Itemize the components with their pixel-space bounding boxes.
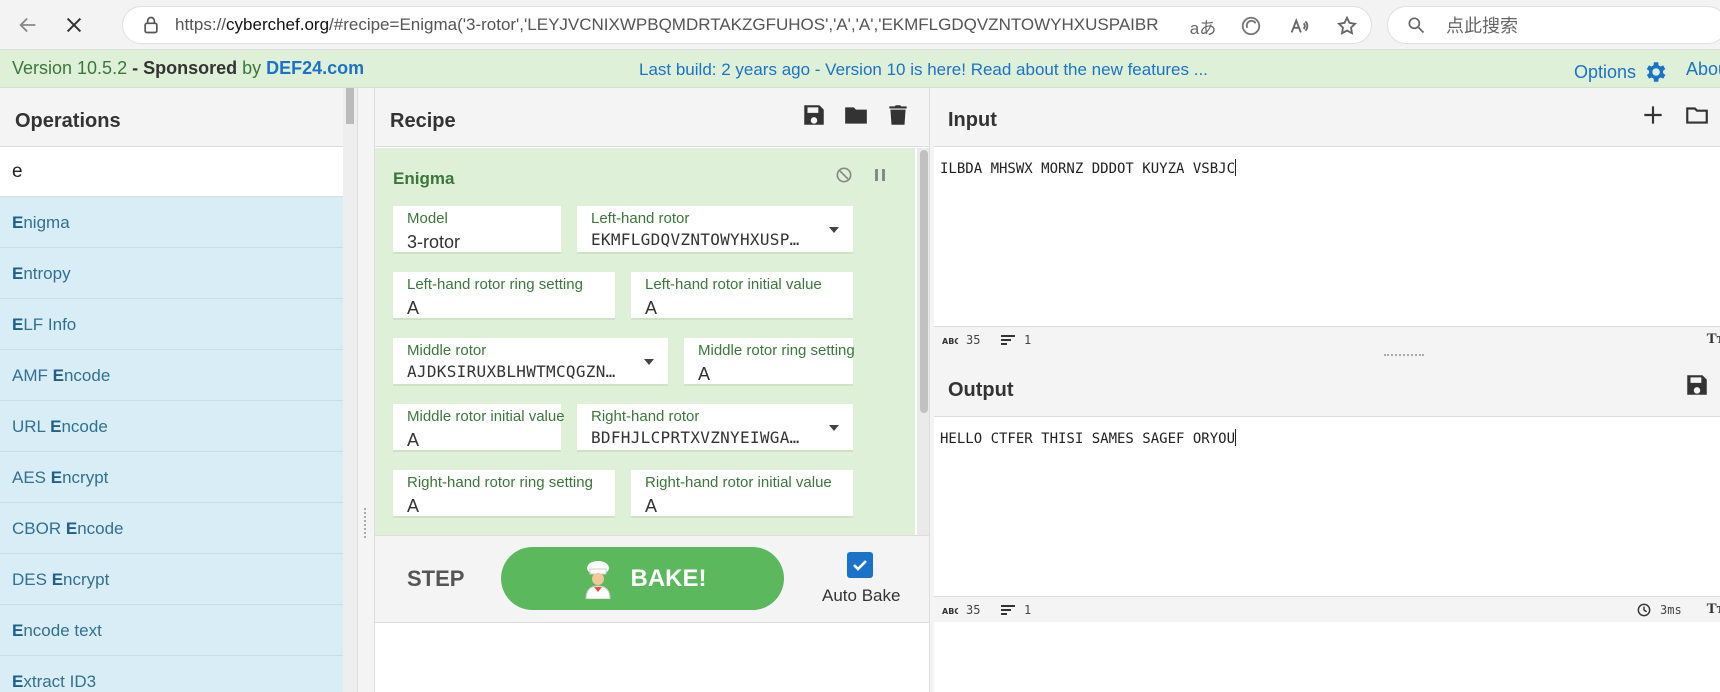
open-file-folder-icon[interactable] (1684, 102, 1710, 128)
breakpoint-pause-icon[interactable] (872, 167, 888, 183)
svg-text:ABC: ABC (942, 607, 958, 616)
panel-divider-left[interactable] (358, 88, 374, 692)
operation-list-item[interactable]: Encode text (0, 605, 357, 656)
model-select[interactable]: Model 3-rotor (393, 206, 561, 254)
svg-text:ABC: ABC (942, 337, 958, 346)
right-rotor-initial-value-select[interactable]: Right-hand rotor initial value A (631, 470, 853, 518)
operation-list-item[interactable]: Enigma (0, 197, 357, 248)
close-icon (66, 17, 82, 32)
operation-list-item[interactable]: AES Encrypt (0, 452, 357, 503)
options-button[interactable]: Options (1574, 59, 1668, 85)
star-icon (1336, 15, 1358, 35)
top-banner: Version 10.5.2 - Sponsored by DEF24.com … (0, 50, 1720, 88)
checkmark-icon (853, 560, 867, 571)
operations-title: Operations (0, 88, 357, 147)
operation-name: Enigma (393, 169, 455, 188)
stop-loading-button[interactable] (56, 7, 92, 43)
right-rotor-select[interactable]: Right-hand rotor BDFHJLCPRTXVZNYEIWGA… (577, 404, 853, 452)
middle-rotor-initial-value-select[interactable]: Middle rotor initial value A (393, 404, 565, 452)
abc-character-count-icon: ABC (942, 337, 958, 346)
recipe-scrollbar[interactable] (917, 148, 929, 535)
recipe-list: Enigma Model 3-rotor Left-hand rotor EKM… (375, 148, 929, 535)
browser-search-box[interactable]: 点此搜索 (1387, 6, 1720, 44)
auto-bake-checkbox[interactable] (847, 552, 873, 578)
back-button[interactable] (10, 7, 46, 43)
operation-list-item[interactable]: ELF Info (0, 299, 357, 350)
arrow-left-icon (19, 17, 36, 32)
operation-list-item[interactable]: AMF Encode (0, 350, 357, 401)
right-rotor-ring-setting-select[interactable]: Right-hand rotor ring setting A (393, 470, 615, 518)
input-panel: Input ILBDA MHSWX MORNZ DDDOT KUYZA VSBJ… (934, 88, 1720, 352)
save-recipe-icon[interactable] (801, 102, 827, 128)
operation-list-item[interactable]: URL Encode (0, 401, 357, 452)
operation-list-item[interactable]: Entropy (0, 248, 357, 299)
edge-essentials-icon (1241, 16, 1261, 36)
save-output-icon[interactable] (1684, 372, 1710, 398)
search-icon (1408, 17, 1425, 34)
left-rotor-ring-setting-select[interactable]: Left-hand rotor ring setting A (393, 272, 615, 320)
left-rotor-select[interactable]: Left-hand rotor EKMFLGDQVZNTOWYHXUSP… (577, 206, 853, 254)
operation-list-item[interactable]: CBOR Encode (0, 503, 357, 554)
translate-button[interactable]: aあ (1179, 7, 1227, 45)
about-link[interactable]: Abou (1686, 59, 1720, 80)
build-notice-link[interactable]: Last build: 2 years ago - Version 10 is … (639, 60, 1208, 80)
chevron-down-icon (644, 359, 654, 365)
operation-list-item[interactable]: Extract ID3 (0, 656, 357, 692)
sponsor-link[interactable]: DEF24.com (266, 58, 364, 78)
bake-button[interactable]: BAKE! (501, 547, 784, 610)
middle-rotor-ring-setting-select[interactable]: Middle rotor ring setting A (684, 338, 855, 386)
translate-icon: aあ (1189, 18, 1217, 38)
clear-recipe-trash-icon[interactable] (885, 102, 911, 128)
search-placeholder: 点此搜索 (1446, 16, 1518, 36)
clock-icon (1637, 603, 1651, 617)
chevron-down-icon (829, 425, 839, 431)
font-size-icon[interactable]: Tт (1707, 331, 1720, 348)
url-text: https://cyberchef.org/#recipe=Enigma('3-… (175, 15, 1160, 34)
input-title: Input (948, 109, 997, 131)
browser-essentials-button[interactable] (1227, 7, 1275, 45)
bake-controls: STEP BAKE! Auto Bake (375, 535, 929, 623)
operations-panel: Operations e Enigma Entropy ELF Info AMF En… (0, 88, 358, 692)
enigma-operation-card[interactable]: Enigma Model 3-rotor Left-hand rotor EKM… (375, 148, 915, 535)
add-input-tab-plus-icon[interactable] (1640, 102, 1666, 128)
abc-character-count-icon: ABC (942, 607, 958, 616)
output-title: Output (948, 379, 1014, 401)
gear-icon (1646, 62, 1666, 82)
chevron-down-icon (829, 227, 839, 233)
operations-scrollbar[interactable] (343, 88, 357, 692)
disable-operation-icon[interactable] (834, 165, 854, 185)
output-status-bar: ABC 35 1 3ms Tт (934, 596, 1720, 622)
recipe-panel: Recipe Enigma Model 3-rotor Left-hand ro… (374, 88, 930, 692)
chef-icon (584, 560, 611, 599)
font-size-icon[interactable]: Tт (1707, 601, 1720, 618)
left-rotor-initial-value-select[interactable]: Left-hand rotor initial value A (631, 272, 853, 320)
step-button[interactable]: STEP (407, 566, 464, 592)
address-bar[interactable]: https://cyberchef.org/#recipe=Enigma('3-… (122, 6, 1372, 44)
input-textarea[interactable]: ILBDA MHSWX MORNZ DDDOT KUYZA VSBJC (934, 147, 1720, 177)
output-textarea[interactable]: HELLO CTFER THISI SAMES SAGEF ORYOU (934, 417, 1720, 447)
line-count-icon (1001, 605, 1015, 615)
output-panel: Output HELLO CTFER THISI SAMES SAGEF ORY… (934, 358, 1720, 692)
operation-list-item[interactable]: DES Encrypt (0, 554, 357, 605)
input-status-bar: ABC 35 1 Tт (934, 326, 1720, 352)
read-aloud-button[interactable] (1275, 7, 1323, 45)
load-recipe-folder-icon[interactable] (843, 102, 869, 128)
favorite-button[interactable] (1323, 7, 1371, 45)
operations-search-input[interactable]: e (0, 147, 357, 197)
operations-list: Enigma Entropy ELF Info AMF Encode URL Encod… (0, 197, 357, 692)
middle-rotor-select[interactable]: Middle rotor AJDKSIRUXBLHWTMCQGZN… (393, 338, 668, 386)
version-text: Version 10.5.2 - Sponsored by DEF24.com (12, 58, 365, 78)
lock-icon (144, 16, 158, 34)
browser-toolbar: https://cyberchef.org/#recipe=Enigma('3-… (0, 0, 1720, 50)
read-aloud-icon (1290, 17, 1309, 33)
line-count-icon (1001, 335, 1015, 345)
auto-bake-label: Auto Bake (822, 586, 901, 605)
